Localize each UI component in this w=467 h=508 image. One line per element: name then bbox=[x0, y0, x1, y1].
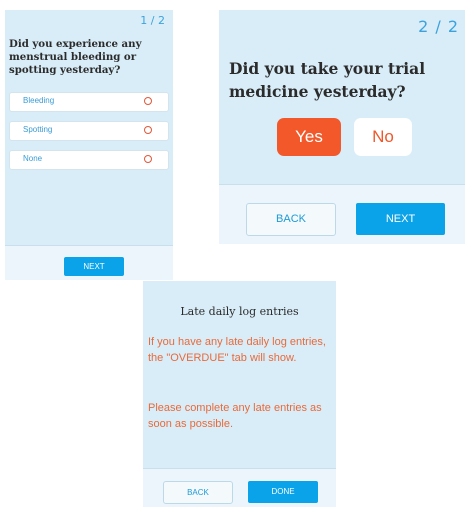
back-button[interactable]: BACK bbox=[163, 481, 233, 504]
done-button[interactable]: DONE bbox=[248, 481, 318, 503]
page-indicator: 2 / 2 bbox=[418, 17, 459, 36]
page-indicator: 1 / 2 bbox=[140, 14, 165, 27]
option-label: Bleeding bbox=[23, 96, 55, 105]
question-text: Did you experience any menstrual bleedin… bbox=[9, 38, 142, 76]
next-button[interactable]: NEXT bbox=[64, 257, 124, 276]
complete-entries-message: Please complete any late entries as soon… bbox=[148, 402, 322, 430]
radio-unselected-icon[interactable] bbox=[144, 126, 152, 134]
option-spotting[interactable]: Spotting bbox=[9, 121, 169, 141]
overdue-message: If you have any late daily log entries, … bbox=[148, 336, 326, 364]
back-button[interactable]: BACK bbox=[246, 203, 336, 236]
option-label: None bbox=[23, 154, 43, 163]
radio-unselected-icon[interactable] bbox=[144, 155, 152, 163]
question-text: Did you take your trial medicine yesterd… bbox=[229, 59, 426, 101]
yes-button[interactable]: Yes bbox=[277, 118, 341, 156]
screen-3-late-entries-dialog: Late daily log entries If you have any l… bbox=[143, 281, 336, 507]
next-button[interactable]: NEXT bbox=[356, 203, 445, 235]
screen-1-bleeding-question: 1 / 2 Did you experience any menstrual b… bbox=[5, 10, 173, 280]
dialog-title: Late daily log entries bbox=[180, 305, 299, 318]
screen-2-medicine-question: 2 / 2 Did you take your trial medicine y… bbox=[219, 10, 465, 244]
no-button[interactable]: No bbox=[354, 118, 412, 156]
option-label: Spotting bbox=[23, 125, 53, 134]
option-bleeding[interactable]: Bleeding bbox=[9, 92, 169, 112]
option-none[interactable]: None bbox=[9, 150, 169, 170]
radio-unselected-icon[interactable] bbox=[144, 97, 152, 105]
